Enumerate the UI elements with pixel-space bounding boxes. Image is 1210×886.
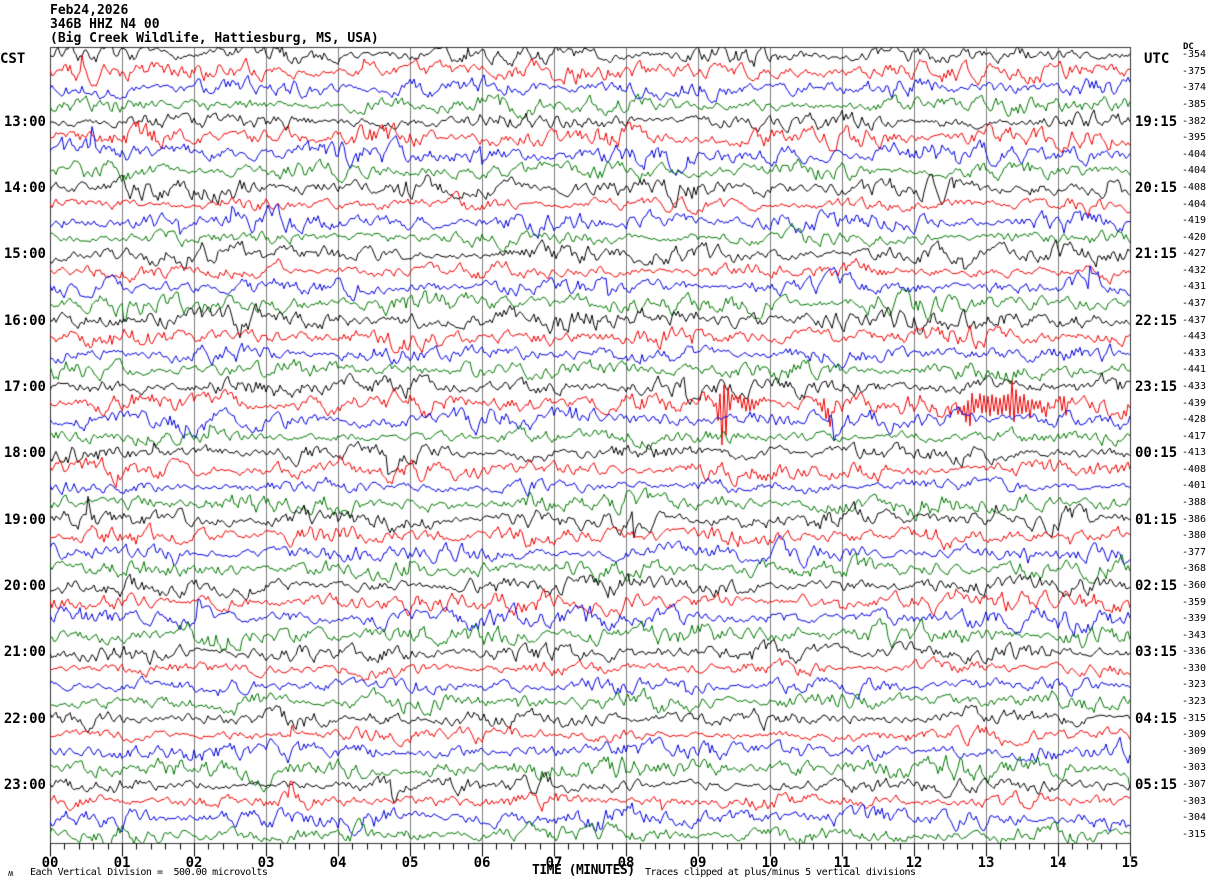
dc-offset-value: -437 [1182, 314, 1207, 326]
dc-offset-value: -368 [1182, 563, 1207, 575]
cst-hour-label: 17:00 [3, 378, 46, 395]
x-tick-label: 14 [1049, 855, 1067, 871]
cst-hour-label: 16:00 [3, 312, 46, 329]
dc-offset-value: -419 [1182, 215, 1207, 227]
dc-offset-value: -339 [1182, 613, 1207, 625]
dc-offset-value: -375 [1182, 65, 1207, 77]
utc-hour-label: 23:15 [1135, 378, 1178, 395]
utc-hour-label: 02:15 [1135, 577, 1178, 594]
dc-offset-value: -428 [1182, 414, 1207, 426]
dc-offset-value: -408 [1182, 463, 1207, 475]
dc-offset-value: -315 [1182, 712, 1207, 724]
dc-offset-value: -427 [1182, 248, 1207, 260]
scale-note: Each Vertical Division = 500.00 microvol… [30, 867, 268, 878]
dc-offset-value: -330 [1182, 662, 1207, 674]
dc-offset-value: -309 [1182, 745, 1207, 757]
dc-offset-value: -380 [1182, 530, 1207, 542]
right-timezone-label: UTC [1144, 51, 1170, 67]
x-tick-label: 02 [185, 855, 203, 871]
dc-offset-value: -343 [1182, 629, 1207, 641]
x-tick-label: 08 [617, 855, 635, 871]
utc-hour-label: 00:15 [1135, 445, 1178, 462]
dc-offset-value: -374 [1182, 82, 1207, 94]
x-tick-label: 11 [833, 855, 851, 871]
dc-offset-value: -443 [1182, 331, 1207, 343]
header-location: (Big Creek Wildlife, Hattiesburg, MS, US… [50, 31, 379, 46]
utc-hour-label: 20:15 [1135, 179, 1178, 196]
watermark-glyph: ʍ [8, 869, 14, 879]
dc-offset-value: -354 [1182, 49, 1207, 61]
helicorder-canvas [0, 0, 1210, 886]
helicorder-page: Feb24,2026 346B HHZ N4 00 (Big Creek Wil… [0, 0, 1210, 886]
cst-hour-label: 14:00 [3, 179, 46, 196]
utc-hour-label: 03:15 [1135, 644, 1178, 661]
utc-hour-label: 19:15 [1135, 113, 1178, 130]
dc-offset-value: -433 [1182, 347, 1207, 359]
dc-offset-value: -404 [1182, 198, 1207, 210]
header-station: 346B HHZ N4 00 [50, 17, 160, 32]
dc-offset-value: -309 [1182, 729, 1207, 741]
cst-hour-label: 23:00 [3, 776, 46, 793]
dc-offset-value: -315 [1182, 828, 1207, 840]
dc-offset-value: -386 [1182, 513, 1207, 525]
x-tick-label: 04 [329, 855, 347, 871]
dc-offset-value: -395 [1182, 132, 1207, 144]
dc-offset-value: -439 [1182, 397, 1207, 409]
dc-offset-value: -401 [1182, 480, 1207, 492]
dc-offset-value: -408 [1182, 181, 1207, 193]
dc-offset-value: -303 [1182, 795, 1207, 807]
cst-hour-label: 22:00 [3, 710, 46, 727]
x-tick-label: 01 [113, 855, 131, 871]
x-tick-label: 07 [545, 855, 563, 871]
x-tick-label: 10 [761, 855, 779, 871]
dc-offset-value: -359 [1182, 596, 1207, 608]
cst-hour-label: 21:00 [3, 644, 46, 661]
utc-hour-label: 22:15 [1135, 312, 1178, 329]
dc-offset-value: -413 [1182, 447, 1207, 459]
header-date: Feb24,2026 [50, 3, 129, 18]
utc-hour-label: 04:15 [1135, 710, 1178, 727]
dc-offset-value: -432 [1182, 264, 1207, 276]
x-tick-label: 06 [473, 855, 491, 871]
dc-offset-value: -323 [1182, 696, 1207, 708]
dc-offset-value: -307 [1182, 778, 1207, 790]
utc-hour-label: 05:15 [1135, 776, 1178, 793]
dc-offset-value: -304 [1182, 812, 1207, 824]
cst-hour-label: 13:00 [3, 113, 46, 130]
x-tick-label: 09 [689, 855, 707, 871]
cst-hour-label: 19:00 [3, 511, 46, 528]
dc-offset-value: -437 [1182, 298, 1207, 310]
dc-offset-value: -417 [1182, 430, 1207, 442]
dc-offset-value: -360 [1182, 579, 1207, 591]
dc-offset-value: -404 [1182, 165, 1207, 177]
utc-hour-label: 21:15 [1135, 246, 1178, 263]
cst-hour-label: 20:00 [3, 577, 46, 594]
x-tick-label: 13 [977, 855, 995, 871]
x-tick-label: 05 [401, 855, 419, 871]
dc-offset-value: -385 [1182, 99, 1207, 111]
cst-hour-label: 18:00 [3, 445, 46, 462]
dc-offset-value: -382 [1182, 115, 1207, 127]
dc-offset-value: -433 [1182, 380, 1207, 392]
x-tick-label: 00 [41, 855, 59, 871]
x-tick-label: 12 [905, 855, 923, 871]
dc-offset-value: -388 [1182, 497, 1207, 509]
x-tick-label: 15 [1121, 855, 1139, 871]
dc-offset-value: -377 [1182, 546, 1207, 558]
cst-hour-label: 15:00 [3, 246, 46, 263]
dc-offset-value: -404 [1182, 148, 1207, 160]
dc-offset-value: -323 [1182, 679, 1207, 691]
left-timezone-label: CST [0, 51, 26, 67]
x-tick-label: 03 [257, 855, 275, 871]
dc-offset-value: -431 [1182, 281, 1207, 293]
dc-offset-value: -441 [1182, 364, 1207, 376]
utc-hour-label: 01:15 [1135, 511, 1178, 528]
dc-offset-value: -420 [1182, 231, 1207, 243]
dc-offset-value: -303 [1182, 762, 1207, 774]
dc-offset-value: -336 [1182, 646, 1207, 658]
